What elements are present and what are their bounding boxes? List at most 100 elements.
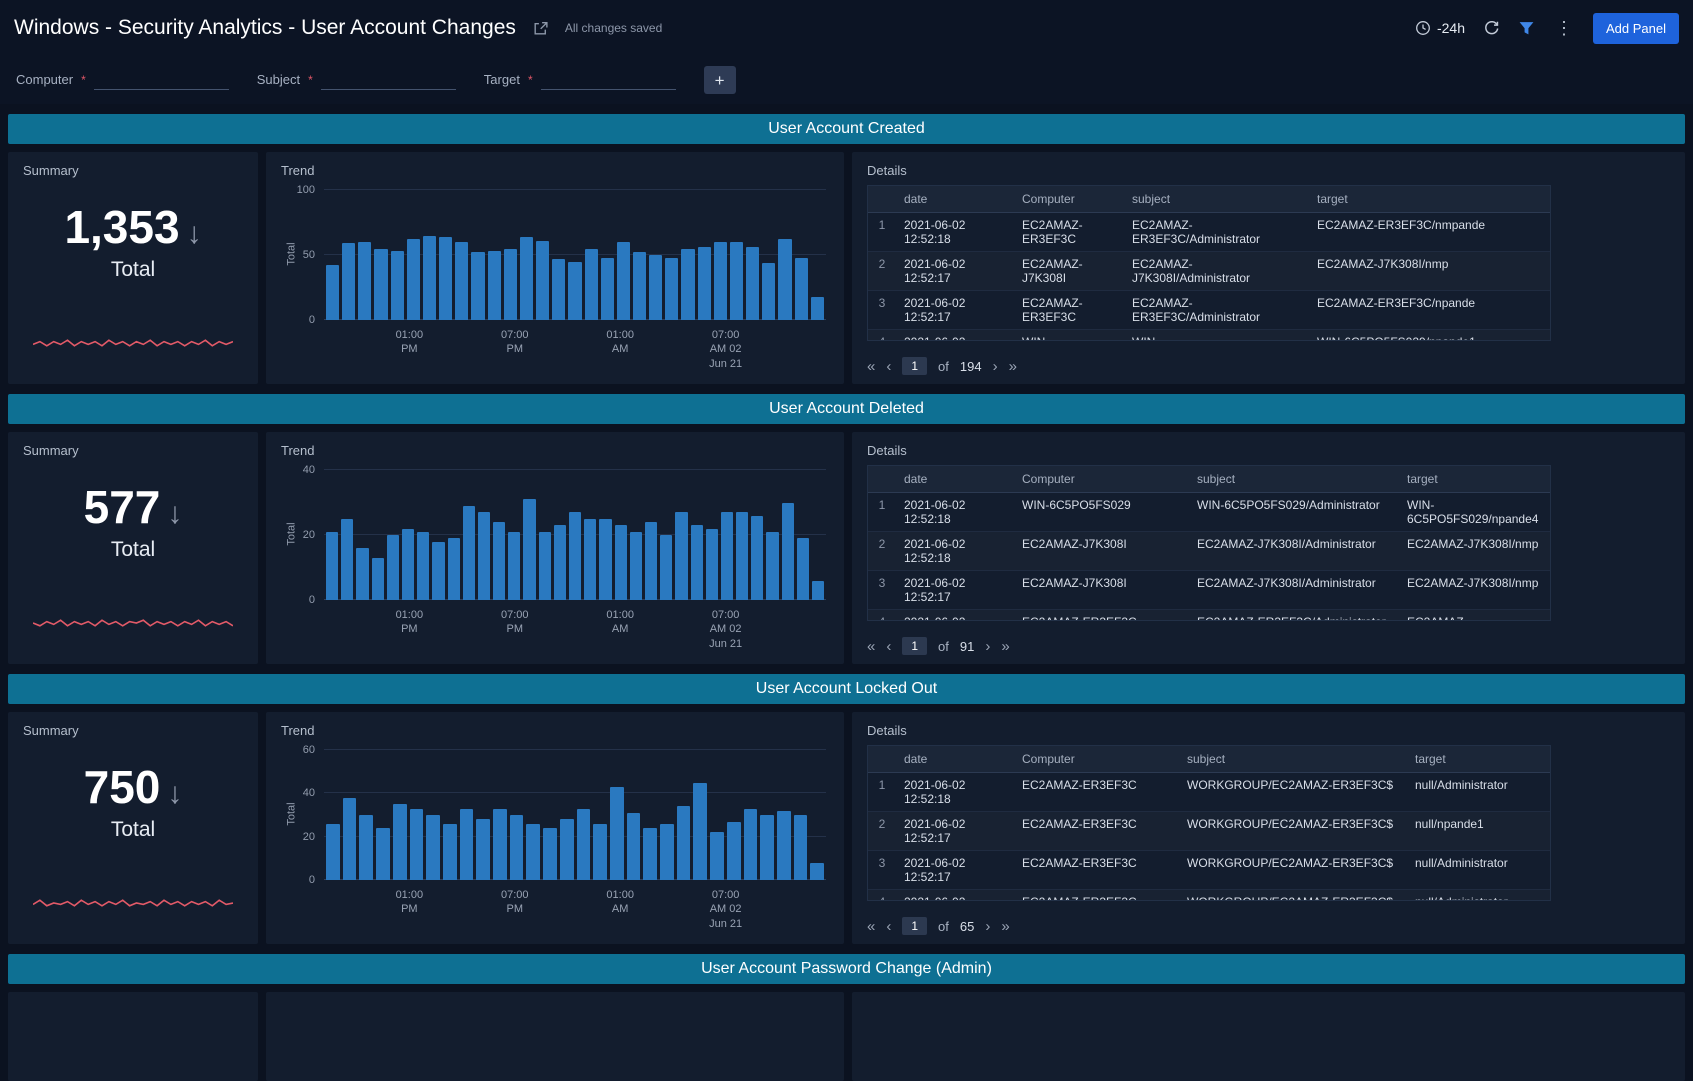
bar[interactable]: [402, 529, 414, 601]
bar[interactable]: [387, 535, 399, 600]
bar[interactable]: [585, 249, 598, 321]
table-row[interactable]: 32021-06-02 12:52:17EC2AMAZ-ER3EF3CEC2AM…: [868, 291, 1550, 330]
bar[interactable]: [584, 519, 596, 600]
bar[interactable]: [721, 512, 733, 600]
last-page-button[interactable]: »: [1009, 358, 1017, 375]
bar[interactable]: [504, 249, 517, 321]
bar[interactable]: [615, 525, 627, 600]
add-filter-button[interactable]: +: [704, 66, 736, 94]
column-header[interactable]: date: [896, 186, 1014, 213]
bar[interactable]: [393, 804, 407, 880]
bar[interactable]: [777, 811, 791, 880]
bar[interactable]: [508, 532, 520, 600]
bar[interactable]: [376, 828, 390, 880]
bar[interactable]: [471, 252, 484, 320]
column-header[interactable]: date: [896, 746, 1014, 773]
bar[interactable]: [476, 819, 490, 880]
bar[interactable]: [568, 262, 581, 321]
add-panel-button[interactable]: Add Panel: [1593, 13, 1679, 44]
computer-filter-input[interactable]: [94, 70, 229, 90]
next-page-button[interactable]: ›: [993, 358, 998, 375]
bar[interactable]: [443, 824, 457, 880]
filter-icon[interactable]: [1518, 20, 1535, 37]
bar[interactable]: [778, 239, 791, 320]
bar[interactable]: [617, 242, 630, 320]
bar[interactable]: [736, 512, 748, 600]
column-header[interactable]: subject: [1189, 466, 1399, 493]
bar[interactable]: [746, 247, 759, 320]
bar[interactable]: [448, 538, 460, 600]
bar[interactable]: [744, 809, 758, 881]
bar[interactable]: [539, 532, 551, 600]
first-page-button[interactable]: «: [867, 638, 875, 655]
bar[interactable]: [493, 809, 507, 881]
bar[interactable]: [730, 242, 743, 320]
table-row[interactable]: 12021-06-02 12:52:18EC2AMAZ-ER3EF3CWORKG…: [868, 773, 1550, 812]
bar[interactable]: [601, 258, 614, 320]
table-row[interactable]: 32021-06-02 12:52:17EC2AMAZ-J7K308IEC2AM…: [868, 571, 1550, 610]
bar[interactable]: [326, 824, 340, 880]
first-page-button[interactable]: «: [867, 918, 875, 935]
bar[interactable]: [675, 512, 687, 600]
bar[interactable]: [372, 558, 384, 600]
bar[interactable]: [417, 532, 429, 600]
table-row[interactable]: 12021-06-02 12:52:18WIN-6C5PO5FS029WIN-6…: [868, 493, 1550, 532]
bar[interactable]: [698, 247, 711, 320]
first-page-button[interactable]: «: [867, 358, 875, 375]
bar[interactable]: [766, 532, 778, 600]
table-row[interactable]: 22021-06-02 12:52:17EC2AMAZ-ER3EF3CWORKG…: [868, 812, 1550, 851]
bar[interactable]: [811, 297, 824, 320]
bar[interactable]: [510, 815, 524, 880]
time-range-button[interactable]: -24h: [1415, 20, 1465, 36]
bar[interactable]: [649, 255, 662, 320]
column-header[interactable]: target: [1309, 186, 1550, 213]
current-page[interactable]: 1: [902, 917, 927, 935]
bar[interactable]: [358, 242, 371, 320]
bar[interactable]: [569, 512, 581, 600]
bar[interactable]: [374, 249, 387, 321]
bar[interactable]: [760, 815, 774, 880]
bar[interactable]: [751, 516, 763, 601]
bar[interactable]: [432, 542, 444, 601]
bar[interactable]: [691, 525, 703, 600]
table-row[interactable]: 22021-06-02 12:52:18EC2AMAZ-J7K308IEC2AM…: [868, 532, 1550, 571]
bar[interactable]: [493, 522, 505, 600]
column-header[interactable]: subject: [1124, 186, 1309, 213]
current-page[interactable]: 1: [902, 357, 927, 375]
bar[interactable]: [552, 259, 565, 320]
bar[interactable]: [543, 828, 557, 880]
bar[interactable]: [410, 809, 424, 881]
bar[interactable]: [677, 806, 691, 880]
bar[interactable]: [681, 249, 694, 321]
bar[interactable]: [554, 525, 566, 600]
column-header[interactable]: Computer: [1014, 746, 1179, 773]
column-header[interactable]: subject: [1179, 746, 1407, 773]
table-row[interactable]: 42021-06-02 12:52:16EC2AMAZ-ER3EF3CWORKG…: [868, 890, 1550, 902]
bar[interactable]: [706, 529, 718, 601]
current-page[interactable]: 1: [902, 637, 927, 655]
prev-page-button[interactable]: ‹: [886, 918, 891, 935]
bar[interactable]: [455, 242, 468, 320]
bar[interactable]: [536, 241, 549, 320]
bar[interactable]: [577, 809, 591, 881]
bar[interactable]: [488, 251, 501, 320]
last-page-button[interactable]: »: [1001, 918, 1009, 935]
bar[interactable]: [460, 809, 474, 881]
subject-filter-input[interactable]: [321, 70, 456, 90]
bar[interactable]: [643, 828, 657, 880]
bar[interactable]: [810, 863, 824, 880]
kebab-menu-icon[interactable]: ⋮: [1553, 18, 1575, 39]
bar[interactable]: [693, 783, 707, 881]
column-header[interactable]: date: [896, 466, 1014, 493]
table-row[interactable]: 42021-06-02 12:52:17EC2AMAZ-ER3EF3CEC2AM…: [868, 610, 1550, 622]
bar[interactable]: [423, 236, 436, 321]
bar[interactable]: [359, 815, 373, 880]
bar[interactable]: [523, 499, 535, 600]
bar[interactable]: [714, 242, 727, 320]
bar[interactable]: [797, 538, 809, 600]
prev-page-button[interactable]: ‹: [886, 638, 891, 655]
bar[interactable]: [560, 819, 574, 880]
bar[interactable]: [391, 251, 404, 320]
bar[interactable]: [439, 237, 452, 320]
bar[interactable]: [520, 237, 533, 320]
